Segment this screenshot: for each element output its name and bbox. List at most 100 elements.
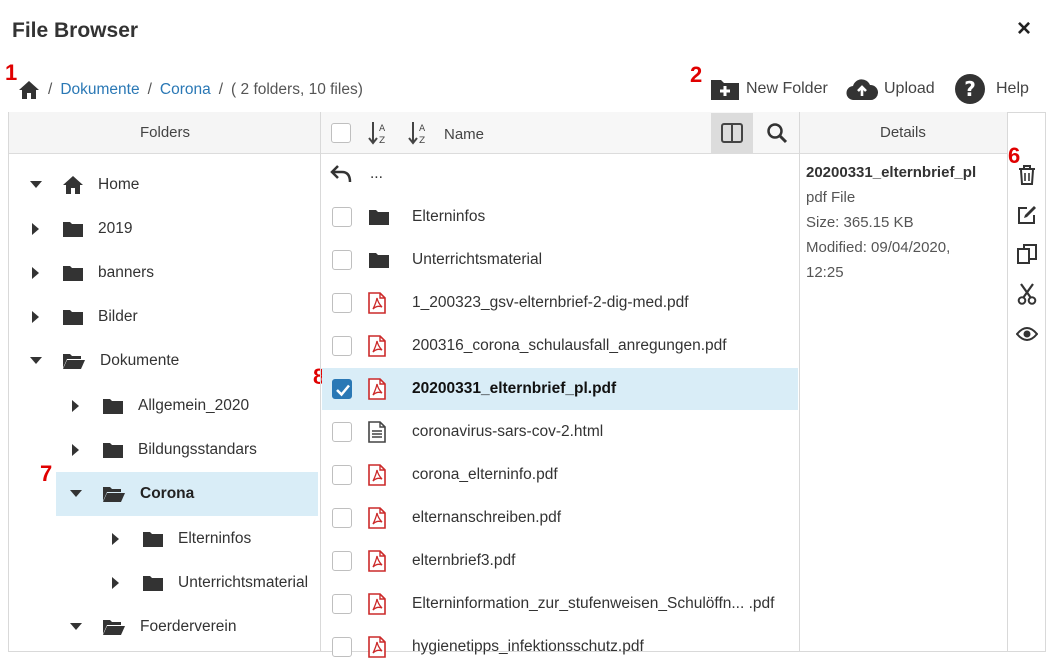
file-name: coronavirus-sars-cov-2.html xyxy=(412,423,604,440)
parent-folder-row[interactable]: ... xyxy=(322,153,798,195)
breadcrumb-link-dokumente[interactable]: Dokumente xyxy=(60,81,139,99)
caret-right-icon[interactable] xyxy=(108,533,124,545)
file-row[interactable]: hygienetipps_infektionsschutz.pdf xyxy=(322,626,798,668)
caret-down-icon[interactable] xyxy=(28,181,44,189)
breadcrumb-link-corona[interactable]: Corona xyxy=(160,81,211,99)
copy-icon xyxy=(1017,244,1037,264)
sort-desc-icon[interactable]: AZ xyxy=(408,120,430,151)
folder-tree-item[interactable]: Unterrichtsmaterial xyxy=(108,561,318,605)
caret-right-icon[interactable] xyxy=(28,311,44,323)
folder-tree-item[interactable]: banners xyxy=(28,251,318,295)
eye-icon xyxy=(1016,326,1038,342)
file-row[interactable]: 1_200323_gsv-elternbrief-2-dig-med.pdf xyxy=(322,282,798,324)
file-checkbox[interactable] xyxy=(332,637,352,657)
folder-tree-item[interactable]: Allgemein_2020 xyxy=(68,384,318,428)
folder-tree-item[interactable]: Bildungsstandars xyxy=(68,428,318,472)
file-name: Elterninfos xyxy=(412,208,486,225)
folder-tree-label: Allgemein_2020 xyxy=(138,397,250,414)
file-checkbox[interactable] xyxy=(332,336,352,356)
file-row[interactable]: Elterninformation_zur_stufenweisen_Schul… xyxy=(322,583,798,625)
file-name: elternbrief3.pdf xyxy=(412,552,516,569)
file-name: Unterrichtsmaterial xyxy=(412,251,543,268)
sort-asc-icon[interactable]: AZ xyxy=(368,120,390,151)
detail-modified-time: 12:25 xyxy=(806,264,844,281)
folder-tree-item[interactable]: Dokumente xyxy=(28,339,318,383)
folder-tree-item[interactable]: Foerderverein xyxy=(68,605,318,649)
name-column-header[interactable]: Name xyxy=(444,126,484,143)
folder-tree-item[interactable]: 2019 xyxy=(28,207,318,251)
folder-tree-item[interactable]: Home xyxy=(28,163,318,207)
file-row[interactable]: Unterrichtsmaterial xyxy=(322,239,798,281)
close-icon[interactable]: × xyxy=(1012,17,1036,42)
annotation-1: 1 xyxy=(5,60,18,85)
file-name: 20200331_elternbrief_pl.pdf xyxy=(412,380,617,397)
file-row[interactable]: elternbrief3.pdf xyxy=(322,540,798,582)
file-row[interactable]: 20200331_elternbrief_pl.pdf xyxy=(322,368,798,410)
file-row[interactable]: Elterninfos xyxy=(322,196,798,238)
new-folder-label: New Folder xyxy=(746,80,828,97)
file-checkbox[interactable] xyxy=(332,379,352,399)
rename-button[interactable] xyxy=(1014,202,1040,228)
file-checkbox[interactable] xyxy=(332,250,352,270)
folder-summary: ( 2 folders, 10 files) xyxy=(231,81,363,98)
new-folder-button[interactable]: New Folder xyxy=(710,72,828,106)
breadcrumb: / Dokumente / Corona / ( 2 folders, 10 f… xyxy=(18,76,363,104)
file-name: corona_elterninfo.pdf xyxy=(412,466,558,483)
file-checkbox[interactable] xyxy=(332,594,352,614)
file-name: ... xyxy=(370,165,383,182)
file-row[interactable]: 200316_corona_schulausfall_anregungen.pd… xyxy=(322,325,798,367)
file-name: Elterninformation_zur_stufenweisen_Schul… xyxy=(412,595,775,612)
folder-icon xyxy=(142,574,164,592)
panel-divider xyxy=(320,112,321,652)
file-row[interactable]: coronavirus-sars-cov-2.html xyxy=(322,411,798,453)
select-all-checkbox[interactable] xyxy=(331,123,351,143)
folder-icon xyxy=(62,308,84,326)
folder-tree-item[interactable]: Bilder xyxy=(28,295,318,339)
home-icon[interactable] xyxy=(18,80,40,100)
caret-down-icon[interactable] xyxy=(68,623,84,631)
search-button[interactable] xyxy=(756,113,798,153)
file-checkbox[interactable] xyxy=(332,293,352,313)
folder-icon xyxy=(62,220,84,238)
copy-button[interactable] xyxy=(1014,241,1040,267)
home-icon xyxy=(62,175,84,195)
folder-icon xyxy=(62,264,84,282)
caret-down-icon[interactable] xyxy=(68,490,84,498)
help-button[interactable]: ? Help xyxy=(954,72,1029,106)
svg-text:A: A xyxy=(419,124,426,134)
folder-icon xyxy=(368,208,390,226)
file-checkbox[interactable] xyxy=(332,551,352,571)
folder-tree-item[interactable]: Corona xyxy=(56,472,318,516)
caret-right-icon[interactable] xyxy=(28,223,44,235)
toggle-details-button[interactable] xyxy=(711,113,753,153)
caret-right-icon[interactable] xyxy=(68,444,84,456)
pdf-icon xyxy=(368,550,386,572)
svg-text:Z: Z xyxy=(379,136,385,146)
help-icon: ? xyxy=(954,73,992,105)
annotation-2: 2 xyxy=(690,62,703,87)
file-checkbox[interactable] xyxy=(332,465,352,485)
detail-modified: Modified: 09/04/2020, xyxy=(806,239,951,256)
caret-right-icon[interactable] xyxy=(68,400,84,412)
file-checkbox[interactable] xyxy=(332,508,352,528)
file-row[interactable]: corona_elterninfo.pdf xyxy=(322,454,798,496)
folder-tree-item[interactable]: Elterninfos xyxy=(108,517,318,561)
folder-icon xyxy=(368,251,390,269)
folder-tree-label: Bildungsstandars xyxy=(138,441,257,458)
file-checkbox[interactable] xyxy=(332,207,352,227)
preview-button[interactable] xyxy=(1014,321,1040,347)
folder-tree-label: Elterninfos xyxy=(178,530,252,547)
file-row[interactable]: elternanschreiben.pdf xyxy=(322,497,798,539)
back-arrow-icon[interactable] xyxy=(330,164,352,184)
detail-file-size: Size: 365.15 KB xyxy=(806,214,914,231)
upload-button[interactable]: Upload xyxy=(846,72,935,106)
delete-button[interactable] xyxy=(1014,162,1040,188)
file-checkbox[interactable] xyxy=(332,422,352,442)
panel-divider xyxy=(1007,112,1008,652)
folder-tree-label: Dokumente xyxy=(100,352,180,369)
caret-right-icon[interactable] xyxy=(28,267,44,279)
html-file-icon xyxy=(368,421,386,443)
caret-down-icon[interactable] xyxy=(28,357,44,365)
cut-button[interactable] xyxy=(1014,281,1040,307)
caret-right-icon[interactable] xyxy=(108,577,124,589)
